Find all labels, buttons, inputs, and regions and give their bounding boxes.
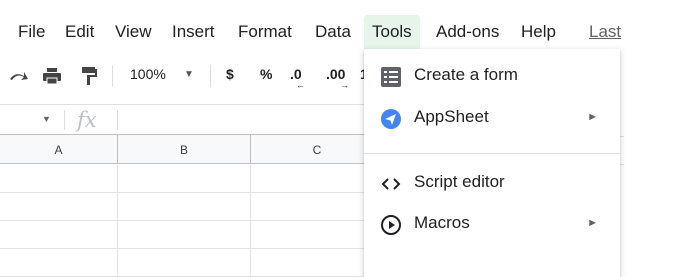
menu-item-create-form[interactable]: Create a form <box>364 57 620 97</box>
column-header-b[interactable]: B <box>118 134 251 164</box>
menu-format[interactable]: Format <box>238 21 292 43</box>
redo-icon[interactable] <box>8 68 30 84</box>
menu-edit[interactable]: Edit <box>65 21 94 43</box>
percent-button[interactable]: % <box>260 66 272 82</box>
play-circle-icon <box>381 215 401 235</box>
divider <box>64 110 65 130</box>
last-edit-link[interactable]: Last <box>589 21 621 43</box>
menu-item-appsheet[interactable]: AppSheet ► <box>364 99 620 139</box>
menu-file[interactable]: File <box>18 21 45 43</box>
toolbar: 100% ▼ $ % .0 ← .00 → 1 <box>0 56 370 96</box>
menu-divider <box>364 153 620 154</box>
cell[interactable] <box>118 221 251 249</box>
menu-item-label: Script editor <box>414 172 505 191</box>
paint-format-icon[interactable] <box>80 66 98 86</box>
menu-data[interactable]: Data <box>315 21 351 43</box>
grid-line <box>620 164 624 165</box>
currency-button[interactable]: $ <box>226 66 234 82</box>
menu-item-script-editor[interactable]: Script editor <box>364 164 620 204</box>
menu-bar: File Edit View Insert Format Data Tools … <box>0 12 680 52</box>
cell[interactable] <box>118 193 251 221</box>
cell[interactable] <box>118 164 251 193</box>
formula-bar: ▼ fx <box>0 104 370 135</box>
menu-tools[interactable]: Tools <box>364 15 420 49</box>
zoom-select[interactable]: 100% <box>130 66 166 82</box>
chevron-down-icon[interactable]: ▼ <box>184 69 194 80</box>
menu-insert[interactable]: Insert <box>172 21 215 43</box>
submenu-arrow-icon: ► <box>587 111 598 123</box>
cell[interactable] <box>118 249 251 277</box>
grid-line <box>620 136 624 137</box>
print-icon[interactable] <box>42 67 62 85</box>
cell[interactable] <box>0 193 118 221</box>
fx-icon: fx <box>77 108 97 132</box>
menu-view[interactable]: View <box>115 21 152 43</box>
code-icon <box>381 178 401 190</box>
divider <box>117 110 118 130</box>
arrow-left-icon: ← <box>296 80 305 90</box>
tools-menu: Create a form AppSheet ► Script editor M… <box>364 49 620 277</box>
menu-item-label: Macros <box>414 213 470 232</box>
cell[interactable] <box>0 164 118 193</box>
column-header-a[interactable]: A <box>0 134 118 164</box>
menu-help[interactable]: Help <box>521 21 556 43</box>
form-icon <box>381 67 401 87</box>
toolbar-divider <box>210 65 211 87</box>
sheet-grid: A B C <box>0 134 384 277</box>
background <box>620 49 680 277</box>
cell[interactable] <box>0 249 118 277</box>
menu-item-label: AppSheet <box>414 107 489 126</box>
arrow-right-icon: → <box>340 80 349 90</box>
cell[interactable] <box>0 221 118 249</box>
menu-item-macros[interactable]: Macros ► <box>364 205 620 245</box>
formula-input[interactable] <box>124 109 370 131</box>
menu-item-label: Create a form <box>414 65 518 84</box>
submenu-arrow-icon: ► <box>587 217 598 229</box>
toolbar-divider <box>112 65 113 87</box>
menu-addons[interactable]: Add-ons <box>436 21 499 43</box>
appsheet-icon <box>381 109 401 129</box>
chevron-down-icon[interactable]: ▼ <box>42 114 51 124</box>
